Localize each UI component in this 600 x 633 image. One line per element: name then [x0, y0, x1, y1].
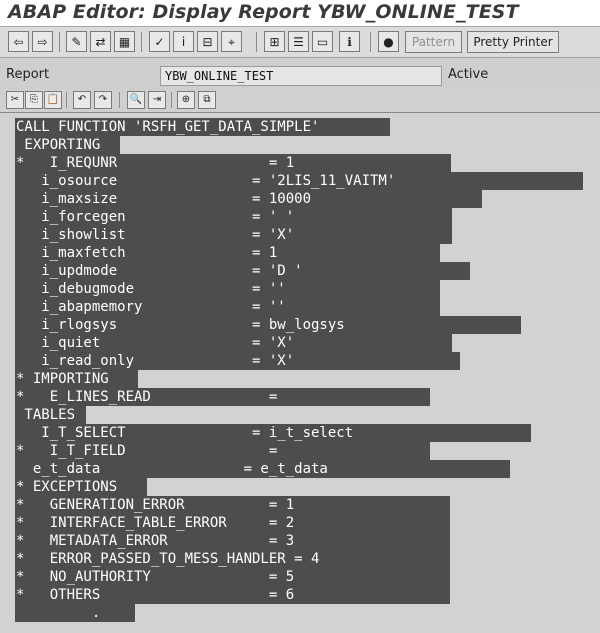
code-line[interactable]: EXPORTING — [0, 136, 600, 154]
code-line[interactable]: i_osource = '2LIS_11_VAITM' — [0, 172, 600, 190]
insert-block-icon[interactable]: ⊕ — [177, 91, 195, 109]
code-line-text: . — [16, 605, 101, 621]
code-line-text: * E_LINES_READ = — [16, 389, 278, 405]
code-line[interactable]: * GENERATION_ERROR = 1 — [0, 496, 600, 514]
toolbar-separator — [66, 92, 67, 108]
toolbar-separator — [256, 32, 257, 52]
code-line-text: i_abapmemory = '' — [16, 299, 286, 315]
editor-toolbar: ✂ ⎘ 📋 ↶ ↷ 🔍 ⇥ ⊕ ⧉ — [0, 90, 600, 112]
code-line-text: i_updmode = 'D ' — [16, 263, 303, 279]
code-editor[interactable]: CALL FUNCTION 'RSFH_GET_DATA_SIMPLE' EXP… — [0, 112, 600, 633]
code-line[interactable]: * E_LINES_READ = — [0, 388, 600, 406]
forward-arrow-icon[interactable]: ⇨ — [32, 31, 53, 52]
where-used-icon[interactable]: ⌖ — [221, 31, 242, 52]
code-line[interactable]: * METADATA_ERROR = 3 — [0, 532, 600, 550]
code-line[interactable]: i_maxsize = 10000 — [0, 190, 600, 208]
code-line-text: i_maxfetch = 1 — [16, 245, 278, 261]
code-line-text: i_quiet = 'X' — [16, 335, 295, 351]
code-line[interactable]: CALL FUNCTION 'RSFH_GET_DATA_SIMPLE' — [0, 118, 600, 136]
code-line-text: CALL FUNCTION 'RSFH_GET_DATA_SIMPLE' — [16, 119, 320, 135]
code-line[interactable]: i_forcegen = ' ' — [0, 208, 600, 226]
code-line[interactable]: * I_T_FIELD = — [0, 442, 600, 460]
title-bar: ABAP Editor: Display Report YBW_ONLINE_T… — [0, 0, 600, 26]
code-line-text: e_t_data = e_t_data — [16, 461, 328, 477]
code-line-text: i_forcegen = ' ' — [16, 209, 295, 225]
find-icon[interactable]: 🔍 — [127, 91, 145, 109]
code-line[interactable]: i_abapmemory = '' — [0, 298, 600, 316]
check-icon[interactable]: ✓ — [149, 31, 170, 52]
other-object-icon[interactable]: ▦ — [114, 31, 135, 52]
undo-icon[interactable]: ↶ — [73, 91, 91, 109]
code-line[interactable]: i_debugmode = '' — [0, 280, 600, 298]
code-line-text: * ERROR_PASSED_TO_MESS_HANDLER = 4 — [16, 551, 320, 567]
code-line[interactable]: i_read_only = 'X' — [0, 352, 600, 370]
report-header: Report YBW_ONLINE_TEST Active — [0, 58, 600, 90]
toolbar-separator — [370, 32, 371, 52]
copy-block-icon[interactable]: ⧉ — [198, 91, 216, 109]
code-line[interactable]: * OTHERS = 6 — [0, 586, 600, 604]
object-list-icon[interactable]: ⊞ — [264, 31, 285, 52]
code-line-text: EXPORTING — [16, 137, 101, 153]
toolbar-separator — [119, 92, 120, 108]
test-icon[interactable]: ⊟ — [197, 31, 218, 52]
code-line[interactable]: i_updmode = 'D ' — [0, 262, 600, 280]
application-toolbar: ⇦ ⇨ ✎ ⇄ ▦ ✓ ⅰ ⊟ ⌖ ⊞ ☰ ▭ ℹ ● Pattern Pret… — [0, 26, 600, 58]
activate-icon[interactable]: ⅰ — [173, 31, 194, 52]
back-arrow-icon[interactable]: ⇦ — [8, 31, 29, 52]
code-line-text: * EXCEPTIONS — [16, 479, 118, 495]
code-line-text: * IMPORTING — [16, 371, 109, 387]
active-inactive-icon[interactable]: ⇄ — [90, 31, 111, 52]
code-line-text: i_read_only = 'X' — [16, 353, 295, 369]
code-line-text: I_T_SELECT = i_t_select — [16, 425, 354, 441]
code-line-text: i_rlogsys = bw_logsys — [16, 317, 345, 333]
display-object-icon[interactable]: ▭ — [312, 31, 333, 52]
code-line[interactable]: i_rlogsys = bw_logsys — [0, 316, 600, 334]
display-change-icon[interactable]: ✎ — [66, 31, 87, 52]
code-line-text: * OTHERS = 6 — [16, 587, 295, 603]
redo-icon[interactable]: ↷ — [94, 91, 112, 109]
code-line-text: * METADATA_ERROR = 3 — [16, 533, 295, 549]
navigation-window-icon[interactable]: ☰ — [288, 31, 309, 52]
window-title: ABAP Editor: Display Report YBW_ONLINE_T… — [8, 1, 519, 23]
code-line[interactable]: I_T_SELECT = i_t_select — [0, 424, 600, 442]
paste-icon[interactable]: 📋 — [44, 91, 62, 109]
code-line-text: i_debugmode = '' — [16, 281, 286, 297]
code-line[interactable]: * IMPORTING — [0, 370, 600, 388]
code-line-text: * NO_AUTHORITY = 5 — [16, 569, 295, 585]
code-line[interactable]: * EXCEPTIONS — [0, 478, 600, 496]
code-line[interactable]: i_showlist = 'X' — [0, 226, 600, 244]
info-icon[interactable]: ℹ — [339, 31, 360, 52]
code-line-text: i_osource = '2LIS_11_VAITM' — [16, 173, 396, 189]
code-line-text: TABLES — [16, 407, 76, 423]
code-line[interactable]: * ERROR_PASSED_TO_MESS_HANDLER = 4 — [0, 550, 600, 568]
breakpoint-icon[interactable]: ● — [378, 31, 399, 52]
code-line[interactable]: i_maxfetch = 1 — [0, 244, 600, 262]
code-line-text: * INTERFACE_TABLE_ERROR = 2 — [16, 515, 295, 531]
report-status: Active — [448, 67, 489, 82]
pretty-printer-button[interactable]: Pretty Printer — [467, 31, 559, 53]
report-name-field[interactable]: YBW_ONLINE_TEST — [160, 66, 442, 86]
toolbar-separator — [59, 32, 60, 52]
toolbar-separator — [141, 32, 142, 52]
code-line[interactable]: TABLES — [0, 406, 600, 424]
code-line-text: i_maxsize = 10000 — [16, 191, 312, 207]
pattern-button[interactable]: Pattern — [405, 31, 462, 53]
code-line[interactable]: i_quiet = 'X' — [0, 334, 600, 352]
code-line-text: * GENERATION_ERROR = 1 — [16, 497, 295, 513]
copy-icon[interactable]: ⎘ — [25, 91, 43, 109]
report-label: Report — [6, 67, 50, 82]
code-line[interactable]: * INTERFACE_TABLE_ERROR = 2 — [0, 514, 600, 532]
code-line-text: * I_REQUNR = 1 — [16, 155, 295, 171]
code-line-text: * I_T_FIELD = — [16, 443, 278, 459]
code-line-text: i_showlist = 'X' — [16, 227, 295, 243]
cut-icon[interactable]: ✂ — [6, 91, 24, 109]
code-line[interactable]: * I_REQUNR = 1 — [0, 154, 600, 172]
find-next-icon[interactable]: ⇥ — [148, 91, 166, 109]
code-line[interactable]: . — [0, 604, 600, 622]
code-line[interactable]: * NO_AUTHORITY = 5 — [0, 568, 600, 586]
toolbar-separator — [171, 92, 172, 108]
code-line[interactable]: e_t_data = e_t_data — [0, 460, 600, 478]
